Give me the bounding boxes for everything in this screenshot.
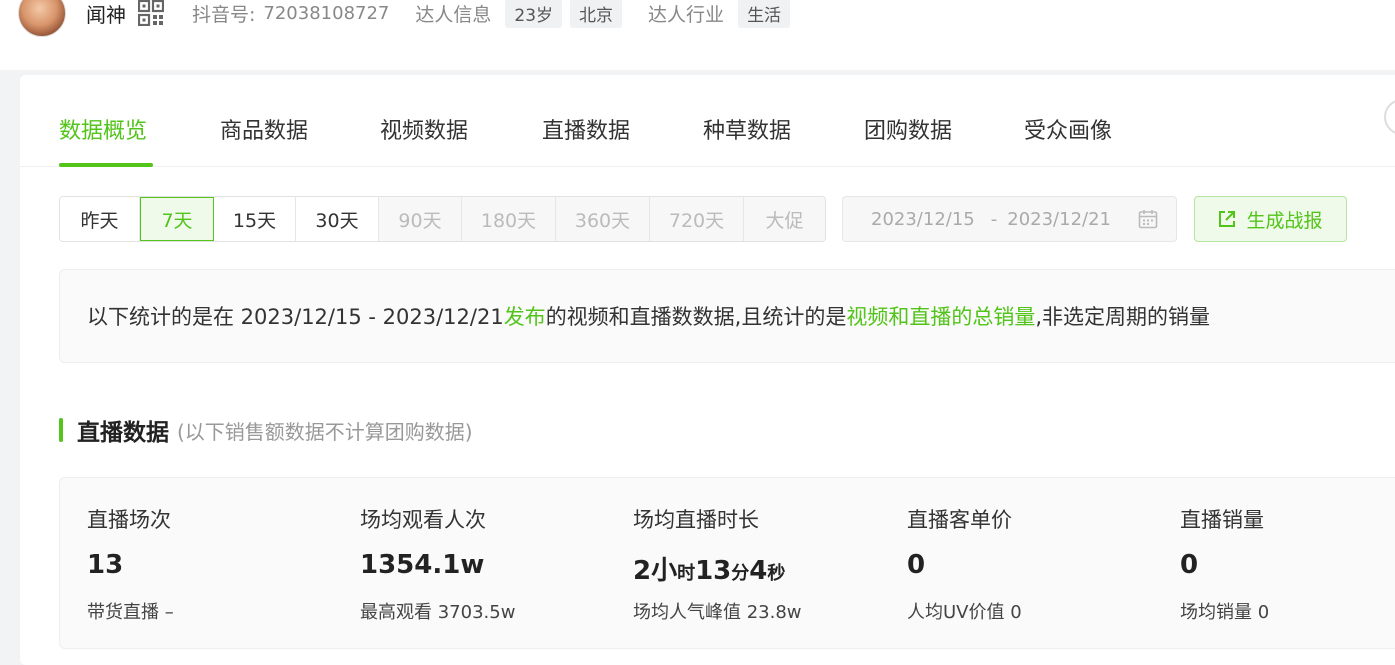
main-card: 数据概览 商品数据 视频数据 直播数据 种草数据 团购数据 受众画像 昨天 7天… (20, 75, 1395, 665)
tab-live[interactable]: 直播数据 (542, 113, 630, 145)
stat-value: 13 (87, 550, 124, 580)
stats-notice: 以下统计的是在 2023/12/15 - 2023/12/21 发布 的视频和直播… (59, 269, 1395, 363)
date-range-picker[interactable]: 2023/12/15 - 2023/12/21 (842, 196, 1177, 242)
period-7d[interactable]: 7天 (140, 197, 214, 241)
stat-live-sales: 直播销量 0 场均销量 0 (1153, 478, 1395, 650)
duration-minutes-unit: 分 (731, 563, 750, 584)
live-section-title: 直播数据 (以下销售额数据不计算团购数据) (59, 413, 473, 447)
duration-seconds: 4 (749, 556, 768, 586)
info-label: 达人信息 (415, 3, 492, 26)
notice-highlight-1: 发布 (503, 305, 546, 329)
period-15d[interactable]: 15天 (214, 197, 296, 241)
external-link-icon (1219, 211, 1236, 227)
tab-products[interactable]: 商品数据 (220, 113, 308, 145)
tab-group-buy[interactable]: 团购数据 (864, 113, 952, 145)
generate-report-button[interactable]: 生成战报 (1194, 196, 1347, 242)
active-tab-indicator (59, 163, 153, 167)
stat-sub: 场均销量 0 (1180, 602, 1270, 623)
stat-avg-duration: 场均直播时长 2小时13分4秒 场均人气峰值 23.8w (606, 478, 876, 650)
stat-value: 2小时13分4秒 (633, 550, 785, 587)
tab-seeding[interactable]: 种草数据 (703, 113, 791, 145)
tab-bar: 数据概览 商品数据 视频数据 直播数据 种草数据 团购数据 受众画像 (20, 75, 1395, 167)
duration-hours: 2小 (633, 556, 678, 586)
date-start: 2023/12/15 (871, 208, 975, 230)
period-selector: 昨天 7天 15天 30天 90天 180天 360天 720天 大促 (59, 196, 826, 242)
qr-code-icon[interactable] (138, 0, 164, 26)
period-30d[interactable]: 30天 (296, 197, 379, 241)
city-tag: 北京 (570, 0, 623, 28)
notice-text-1: 以下统计的是在 2023/12/15 - 2023/12/21 (87, 305, 504, 329)
date-separator: - (990, 208, 998, 230)
duration-seconds-unit: 秒 (767, 563, 786, 584)
stat-value: 0 (1180, 550, 1199, 580)
stat-label: 直播销量 (1180, 508, 1264, 532)
notice-text-3: ,非选定周期的销量 (1035, 305, 1211, 329)
influencer-name: 闻神 (86, 2, 126, 27)
stat-sub: 场均人气峰值 23.8w (633, 602, 802, 623)
calendar-icon (1138, 210, 1158, 229)
stat-sub: 带货直播 – (87, 602, 174, 623)
profile-bar: 闻神 抖音号: 72038108727 达人信息 23岁 北京 达人行业 生活 (0, 0, 1395, 70)
duration-minutes: 13 (695, 556, 732, 586)
industry-label: 达人行业 (648, 3, 725, 26)
age-tag: 23岁 (505, 0, 563, 28)
stat-live-sessions: 直播场次 13 带货直播 – (60, 478, 330, 650)
live-stats-panel: 直播场次 13 带货直播 – 场均观看人次 1354.1w 最高观看 3703.… (59, 477, 1395, 649)
section-title: 直播数据 (77, 420, 169, 446)
stat-value: 0 (907, 550, 926, 580)
stat-sub: 人均UV价值 0 (907, 602, 1022, 623)
period-90d[interactable]: 90天 (379, 197, 462, 241)
report-button-label: 生成战报 (1246, 209, 1323, 232)
tab-videos[interactable]: 视频数据 (380, 113, 468, 145)
scroll-button[interactable] (1384, 99, 1395, 135)
stat-label: 场均直播时长 (633, 508, 759, 532)
period-yesterday[interactable]: 昨天 (60, 197, 140, 241)
period-180d[interactable]: 180天 (462, 197, 556, 241)
period-720d[interactable]: 720天 (650, 197, 744, 241)
stat-avg-viewers: 场均观看人次 1354.1w 最高观看 3703.5w (333, 478, 603, 650)
section-accent-bar (59, 418, 63, 442)
notice-highlight-2: 视频和直播的总销量 (846, 305, 1036, 329)
tab-overview[interactable]: 数据概览 (59, 113, 147, 145)
duration-hours-unit: 时 (677, 563, 696, 584)
douyin-id-value: 72038108727 (263, 2, 390, 24)
stat-value: 1354.1w (360, 550, 485, 580)
industry-tag: 生活 (738, 0, 791, 28)
section-subtitle: (以下销售额数据不计算团购数据) (177, 419, 473, 444)
tab-audience[interactable]: 受众画像 (1024, 113, 1112, 145)
period-360d[interactable]: 360天 (556, 197, 650, 241)
stat-sub: 最高观看 3703.5w (360, 602, 516, 623)
period-promo[interactable]: 大促 (744, 197, 825, 241)
stat-label: 场均观看人次 (360, 508, 486, 532)
stat-unit-price: 直播客单价 0 人均UV价值 0 (880, 478, 1150, 650)
stat-label: 直播场次 (87, 508, 171, 532)
notice-text-2: 的视频和直播数数据,且统计的是 (545, 305, 847, 329)
douyin-id-label: 抖音号: (192, 3, 256, 26)
stat-label: 直播客单价 (907, 508, 1012, 532)
avatar[interactable] (18, 0, 66, 37)
date-end: 2023/12/21 (1007, 208, 1111, 230)
